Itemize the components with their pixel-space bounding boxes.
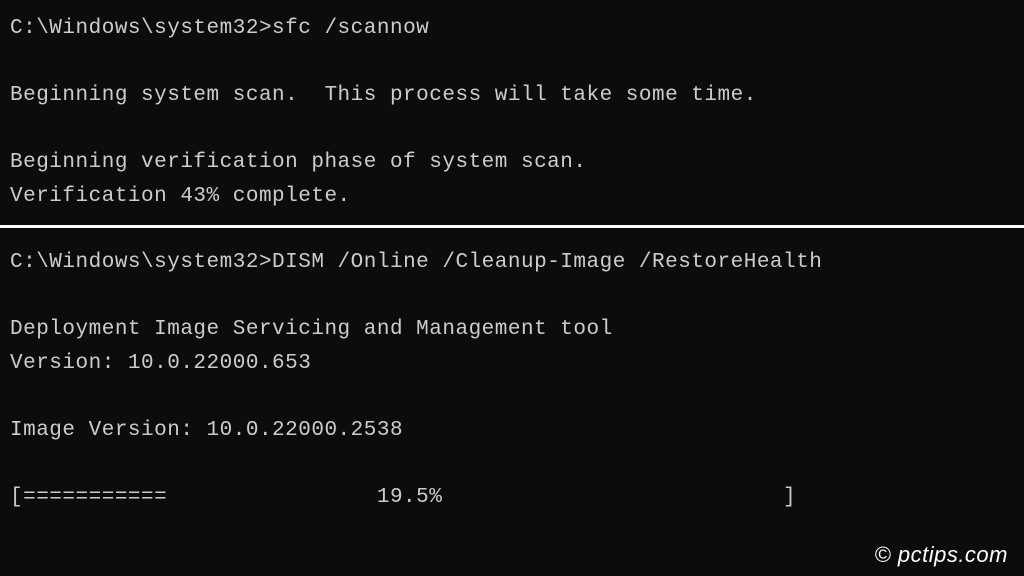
prompt-path: C:\Windows\system32> [10,251,272,274]
output-sfc-verification-progress: Verification 43% complete. [10,180,1014,214]
blank-line [10,380,1014,414]
command-dism: DISM /Online /Cleanup-Image /RestoreHeal… [272,251,822,274]
command-sfc: sfc /scannow [272,17,429,40]
output-dism-progress-bar: [=========== 19.5% ] [10,481,1014,515]
output-sfc-beginning: Beginning system scan. This process will… [10,79,1014,113]
output-dism-tool-name: Deployment Image Servicing and Managemen… [10,313,1014,347]
prompt-line-dism: C:\Windows\system32>DISM /Online /Cleanu… [10,246,1014,280]
prompt-line-sfc: C:\Windows\system32>sfc /scannow [10,12,1014,46]
blank-line [10,113,1014,147]
blank-line [10,46,1014,80]
output-dism-version: Version: 10.0.22000.653 [10,347,1014,381]
prompt-path: C:\Windows\system32> [10,17,272,40]
blank-line [10,280,1014,314]
output-dism-image-version: Image Version: 10.0.22000.2538 [10,414,1014,448]
terminal-top-pane[interactable]: C:\Windows\system32>sfc /scannow Beginni… [0,0,1024,225]
output-sfc-verification-phase: Beginning verification phase of system s… [10,146,1014,180]
blank-line [10,448,1014,482]
watermark: © pctips.com [875,542,1008,568]
terminal-bottom-pane[interactable]: C:\Windows\system32>DISM /Online /Cleanu… [0,225,1024,576]
